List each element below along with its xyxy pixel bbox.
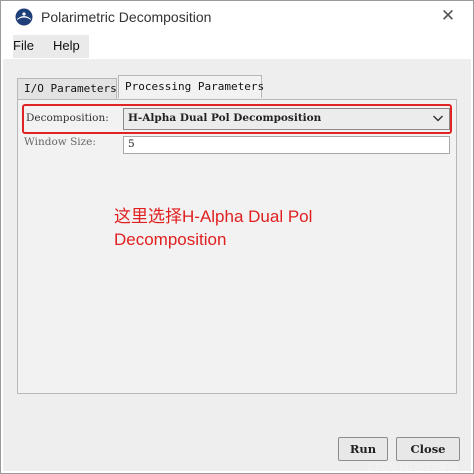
dialog-content: I/O Parameters Processing Parameters Dec…	[3, 59, 471, 471]
menu-bar: File Help	[1, 33, 473, 59]
annotation-line-2: Decomposition	[114, 230, 227, 249]
tab-processing-parameters[interactable]: Processing Parameters	[118, 75, 264, 98]
annotation-line-1: 这里选择H-Alpha Dual Pol	[114, 207, 313, 226]
processing-parameters-panel: Decomposition: H-Alpha Dual Pol Decompos…	[17, 99, 457, 394]
window-size-value: 5	[128, 138, 135, 150]
window-size-field[interactable]: 5	[123, 136, 450, 154]
close-window-icon[interactable]: ✕	[436, 4, 460, 28]
window-title: Polarimetric Decomposition	[41, 9, 212, 25]
menu-help[interactable]: Help	[53, 38, 93, 56]
annotation-text: 这里选择H-Alpha Dual Pol Decomposition	[114, 205, 312, 251]
tab-io-parameters[interactable]: I/O Parameters	[17, 78, 117, 99]
watermark: CSDN @GNSS菜鸟	[368, 462, 458, 473]
title-bar: Polarimetric Decomposition ✕	[1, 1, 473, 33]
window-size-label: Window Size:	[24, 136, 96, 148]
dialog-window: Polarimetric Decomposition ✕ File Help I…	[0, 0, 474, 474]
annotation-highlight-box	[22, 104, 452, 134]
app-logo-icon	[15, 8, 33, 26]
menu-file[interactable]: File	[13, 38, 53, 56]
